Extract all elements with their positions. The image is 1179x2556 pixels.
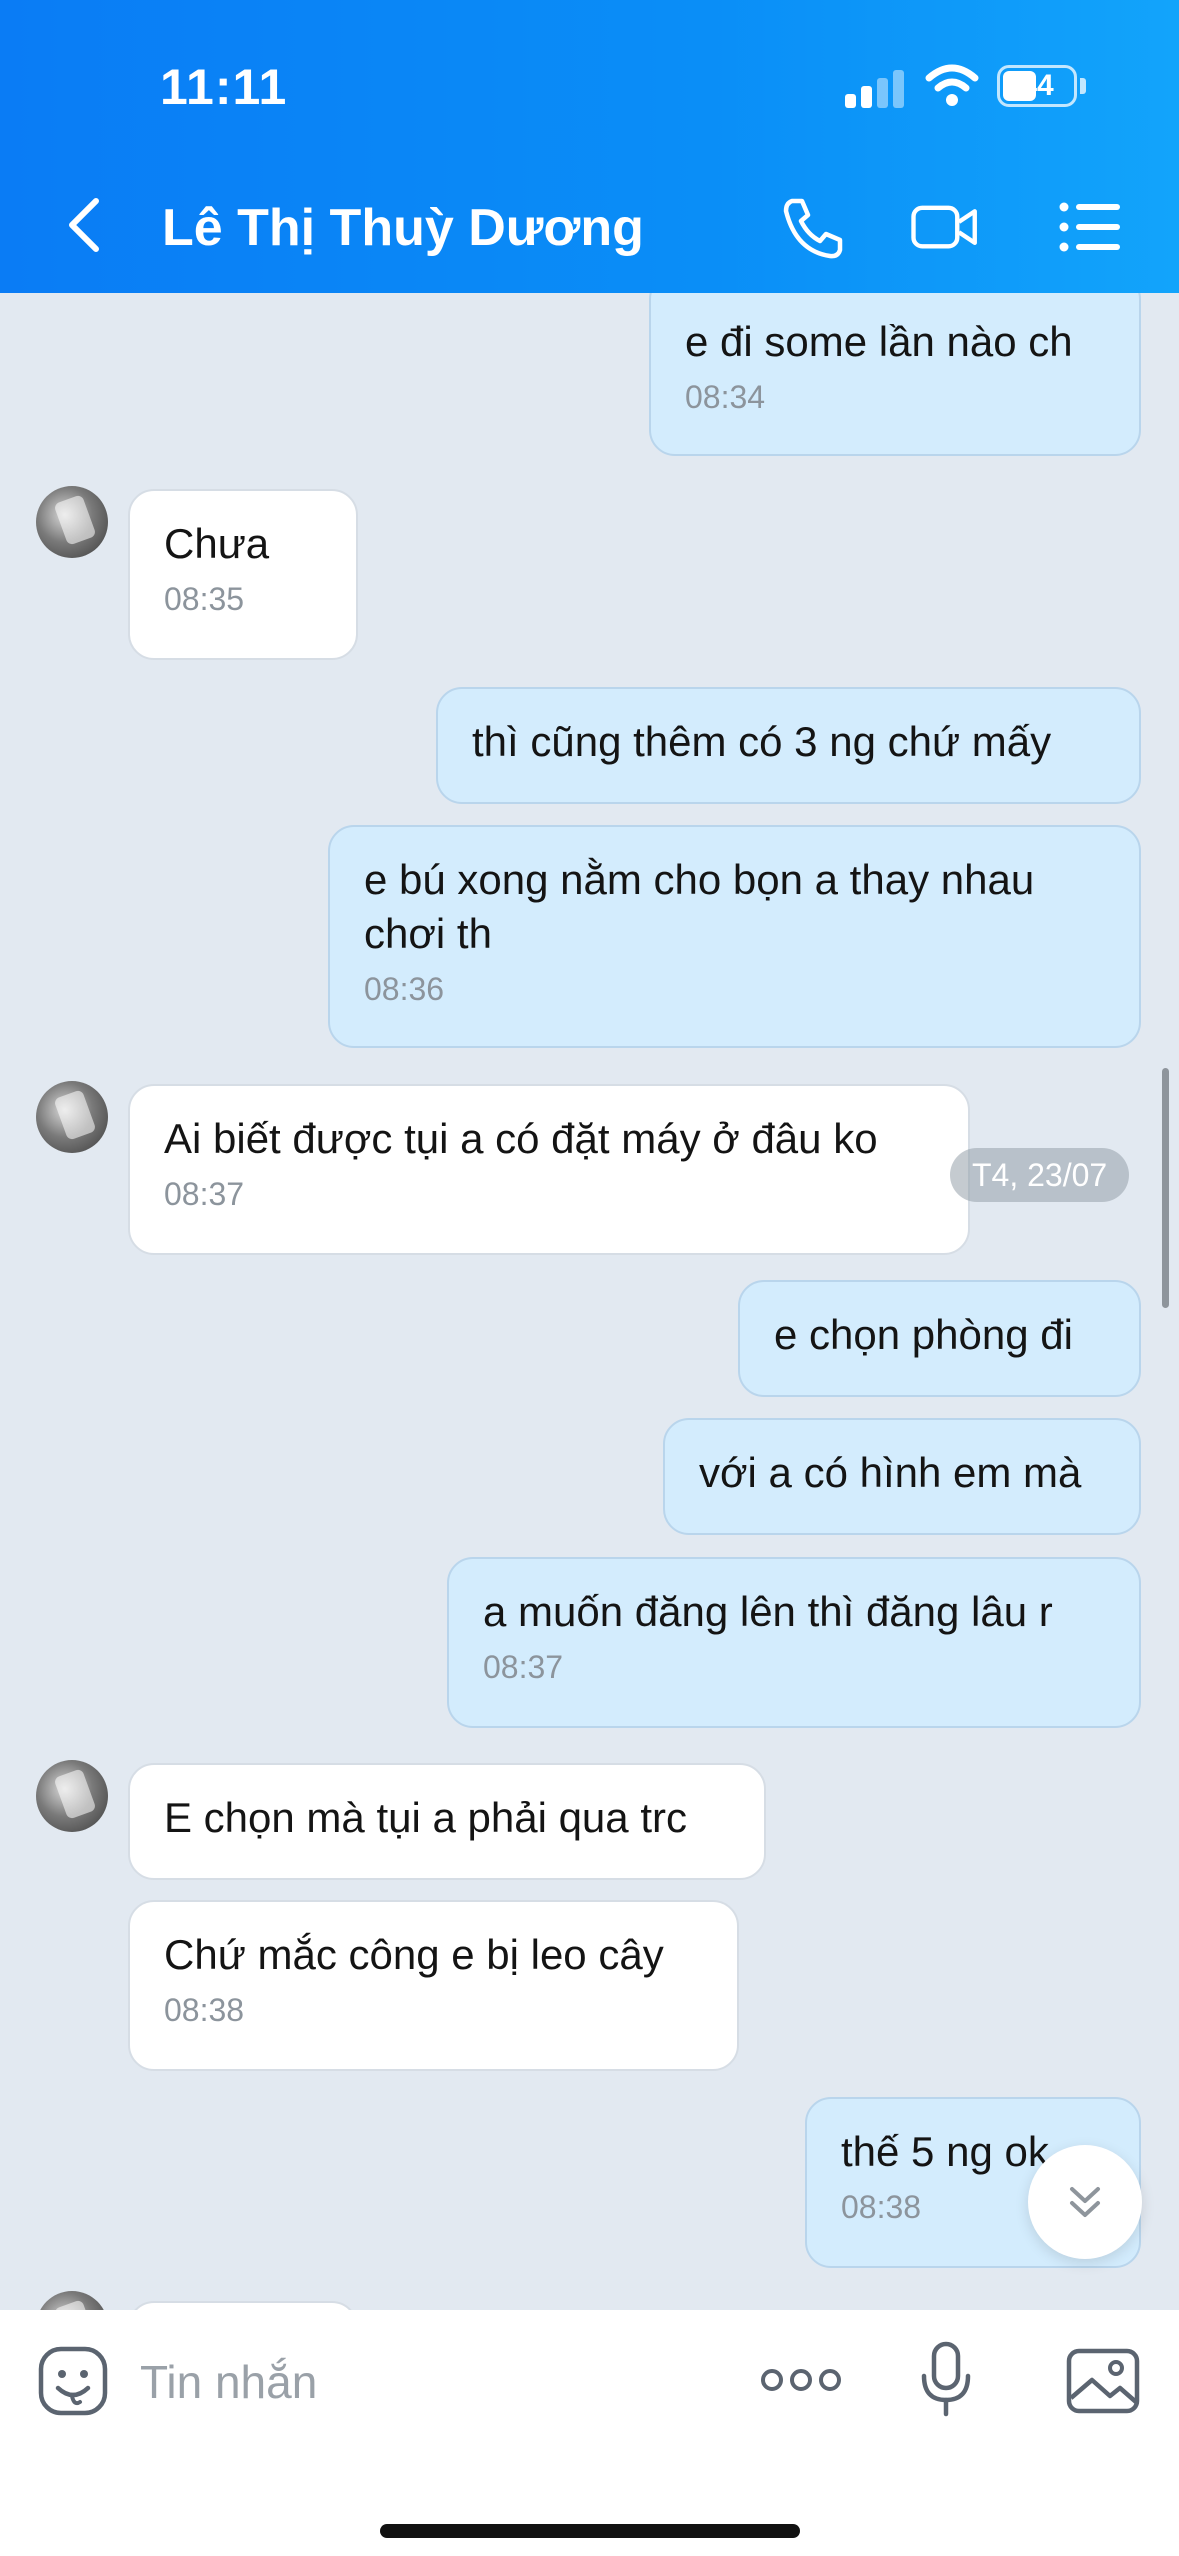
message-list[interactable]: e đi some lần nào ch 08:34 Chưa 08:35 th… (0, 293, 1179, 2310)
scrollbar[interactable] (1162, 1068, 1169, 1308)
message-bubble-in[interactable]: Ai biết được tụi a có đặt máy ở đâu ko 0… (128, 1084, 970, 1255)
message-text: e chọn phòng đi (774, 1311, 1073, 1358)
message-time: 08:34 (685, 379, 766, 415)
avatar[interactable] (36, 1081, 108, 1153)
home-indicator (380, 2524, 800, 2538)
message-input[interactable] (140, 2350, 700, 2414)
scroll-to-bottom-button[interactable] (1028, 2145, 1142, 2259)
battery-level: 44 (1020, 69, 1054, 102)
message-text: Ai biết được tụi a có đặt máy ở đâu ko (164, 1115, 878, 1162)
message-bubble-out[interactable]: với a có hình em mà (663, 1418, 1141, 1535)
message-text: e bú xong nằm cho bọn a thay nhau chơi t… (364, 856, 1035, 957)
status-time: 11:11 (160, 59, 288, 115)
more-icon[interactable] (760, 2365, 842, 2395)
message-text: a muốn đăng lên thì đăng lâu r (483, 1588, 1053, 1635)
cellular-signal-icon (845, 70, 907, 108)
message-bubble-out[interactable]: e chọn phòng đi (738, 1280, 1141, 1397)
message-time: 08:36 (364, 971, 445, 1007)
message-text: Chưa (164, 520, 270, 567)
microphone-icon[interactable] (918, 2340, 974, 2420)
message-time: 08:37 (164, 1176, 245, 1212)
message-bubble-out[interactable]: e bú xong nằm cho bọn a thay nhau chơi t… (328, 825, 1141, 1048)
message-bubble-in[interactable] (128, 2301, 358, 2310)
message-text: Chứ mắc công e bị leo cây (164, 1931, 664, 1978)
chat-header: 11:11 44 Lê Thị Thuỳ Dương (0, 0, 1179, 293)
message-time: 08:38 (164, 1992, 245, 2028)
contact-name[interactable]: Lê Thị Thuỳ Dương (162, 198, 644, 258)
back-icon[interactable] (60, 195, 110, 255)
message-bubble-out[interactable]: e đi some lần nào ch 08:34 (649, 293, 1141, 456)
image-icon[interactable] (1066, 2348, 1140, 2414)
phone-icon[interactable] (778, 195, 848, 260)
message-text: thì cũng thêm có 3 ng chứ mấy (472, 718, 1052, 765)
avatar[interactable] (36, 486, 108, 558)
avatar[interactable] (36, 1760, 108, 1832)
input-bar (0, 2310, 1179, 2556)
message-bubble-in[interactable]: E chọn mà tụi a phải qua trc (128, 1763, 766, 1880)
avatar[interactable] (36, 2291, 108, 2310)
double-chevron-down-icon (1070, 2187, 1100, 2217)
wifi-icon (925, 64, 979, 106)
message-bubble-in[interactable]: Chưa 08:35 (128, 489, 358, 660)
message-text: E chọn mà tụi a phải qua trc (164, 1794, 687, 1841)
message-bubble-out[interactable]: a muốn đăng lên thì đăng lâu r 08:37 (447, 1557, 1141, 1728)
message-bubble-out[interactable]: thì cũng thêm có 3 ng chứ mấy (436, 687, 1141, 804)
battery-icon: 44 (997, 65, 1077, 107)
date-divider: T4, 23/07 (950, 1148, 1130, 1202)
battery-cap (1080, 78, 1086, 94)
message-time: 08:37 (483, 1649, 564, 1685)
video-call-icon[interactable] (910, 195, 980, 260)
menu-list-icon[interactable] (1056, 195, 1126, 260)
message-text: với a có hình em mà (699, 1449, 1082, 1496)
message-bubble-in[interactable]: Chứ mắc công e bị leo cây 08:38 (128, 1900, 739, 2071)
message-time: 08:35 (164, 581, 245, 617)
sticker-icon[interactable] (38, 2346, 108, 2416)
message-text: e đi some lần nào ch (685, 318, 1073, 365)
